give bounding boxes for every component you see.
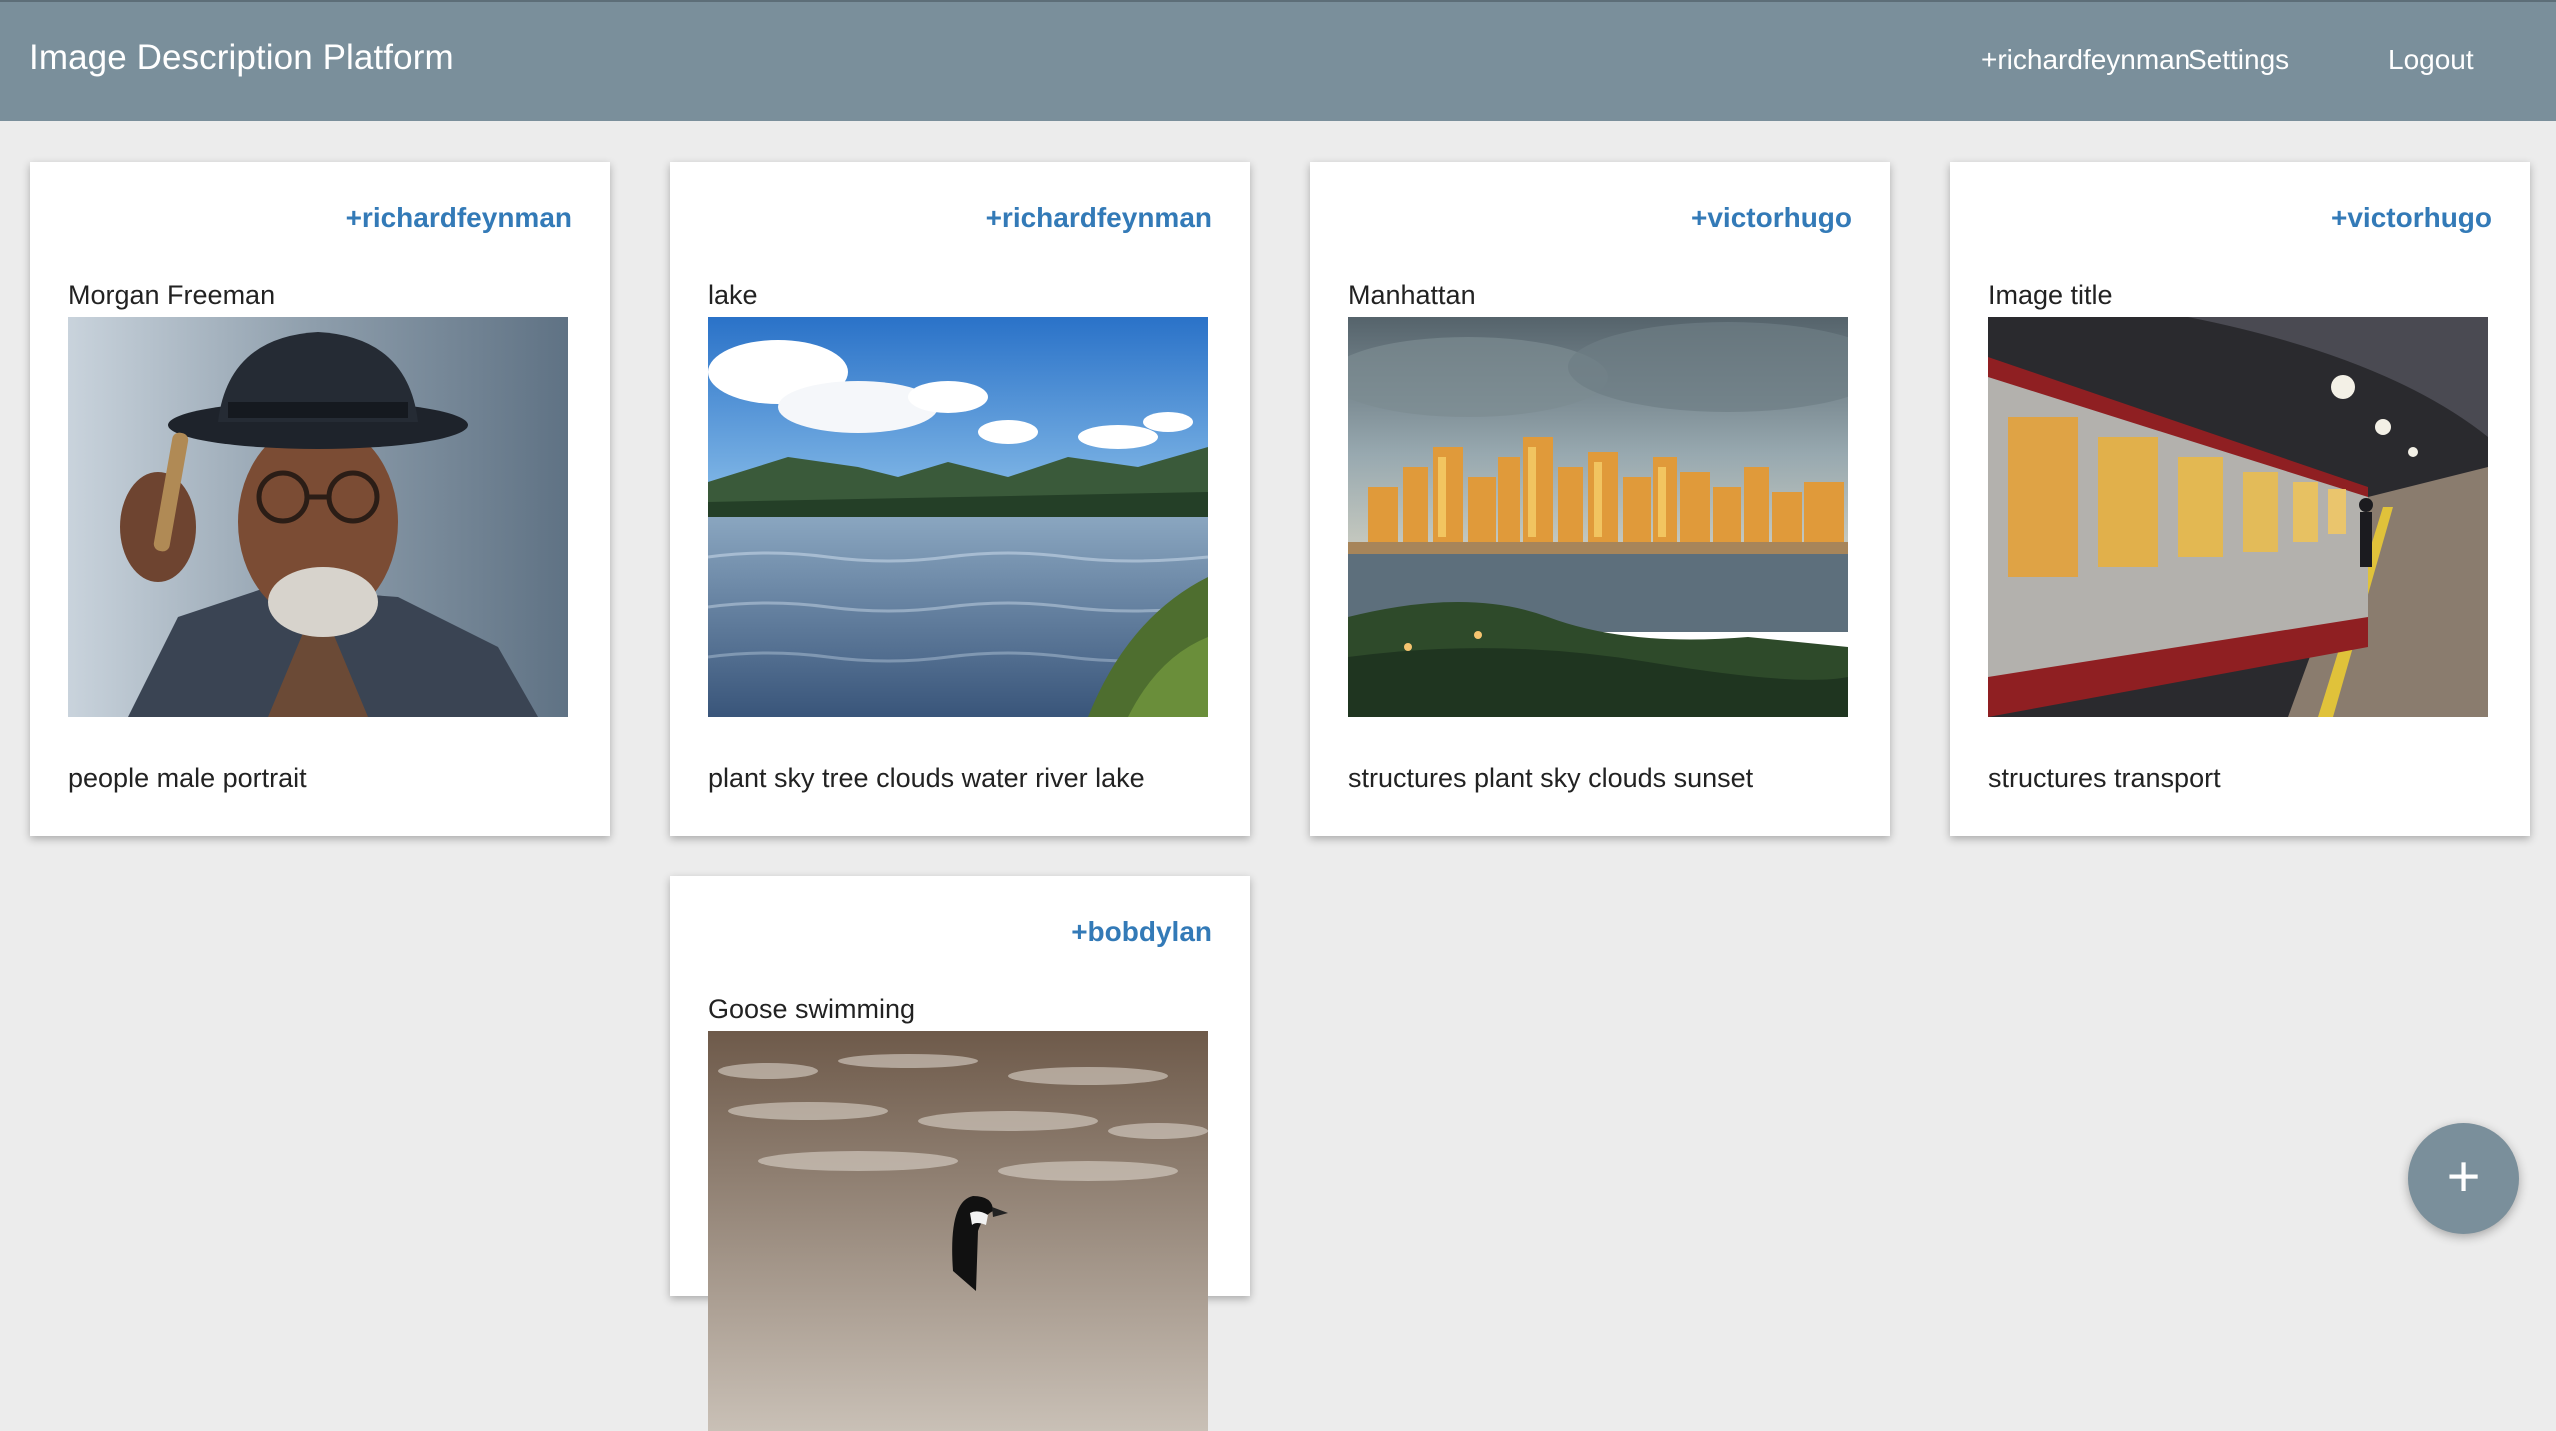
nav-settings-link[interactable]: Settings xyxy=(2188,44,2289,76)
image-card: +richardfeynman Morgan Freeman people ma… xyxy=(30,162,610,836)
card-author-link[interactable]: +victorhugo xyxy=(2331,202,2492,234)
card-tags: people male portrait xyxy=(68,763,307,793)
card-image-portrait[interactable] xyxy=(68,317,568,717)
image-card: +victorhugo Manhattan structures plant s… xyxy=(1310,162,1890,836)
card-title: Manhattan xyxy=(1348,280,1476,310)
image-card: +victorhugo Image title structures trans… xyxy=(1950,162,2530,836)
plus-icon: + xyxy=(2446,1144,2481,1209)
card-tags: structures transport xyxy=(1988,763,2221,793)
card-image-skyline[interactable] xyxy=(1348,317,1848,717)
card-title: Image title xyxy=(1988,280,2113,310)
card-author-link[interactable]: +richardfeynman xyxy=(986,202,1212,234)
card-author-link[interactable]: +victorhugo xyxy=(1691,202,1852,234)
card-title: Goose swimming xyxy=(708,994,916,1024)
card-author-link[interactable]: +bobdylan xyxy=(1071,916,1212,948)
nav-logout-link[interactable]: Logout xyxy=(2388,44,2474,76)
image-card: +bobdylan Goose swimming xyxy=(670,876,1250,1431)
add-image-button[interactable]: + xyxy=(2408,1123,2519,1234)
card-image-goose[interactable] xyxy=(708,1031,1208,1431)
top-navbar: Image Description Platform +richardfeynm… xyxy=(0,0,2556,121)
card-image-subway[interactable] xyxy=(1988,317,2488,717)
nav-user-link[interactable]: +richardfeynman xyxy=(1981,44,2190,76)
brand-title[interactable]: Image Description Platform xyxy=(29,38,454,78)
card-image-lake[interactable] xyxy=(708,317,1208,717)
card-title: lake xyxy=(708,280,758,310)
card-title: Morgan Freeman xyxy=(68,280,276,310)
image-card: +richardfeynman lake plant sky tree clou… xyxy=(670,162,1250,836)
card-tags: plant sky tree clouds water river lake xyxy=(708,763,1145,793)
card-tags: structures plant sky clouds sunset xyxy=(1348,763,1754,793)
card-author-link[interactable]: +richardfeynman xyxy=(346,202,572,234)
